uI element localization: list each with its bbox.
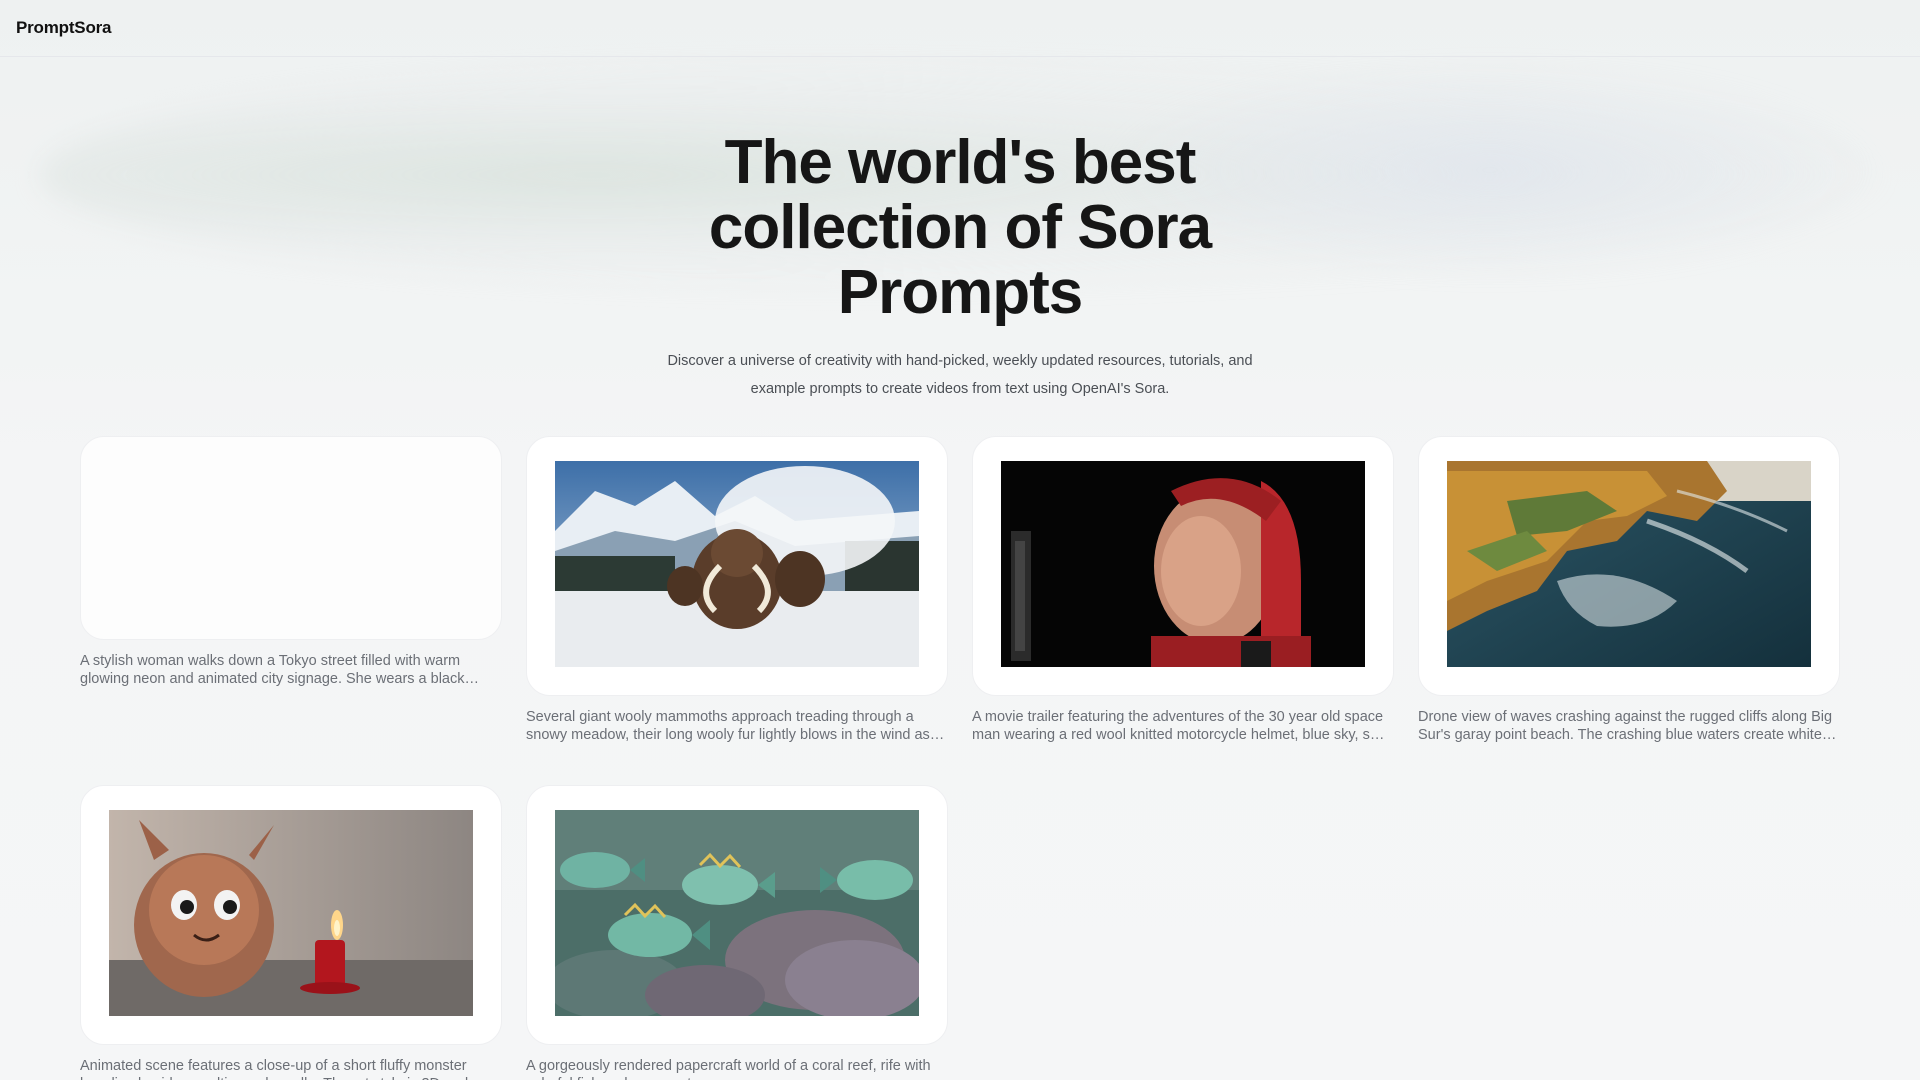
prompt-caption: A movie trailer featuring the adventures… [972,709,1386,743]
prompt-card-frame[interactable] [1418,436,1840,696]
prompt-card[interactable]: A stylish woman walks down a Tokyo stree… [80,436,502,688]
coral-reef-image [555,810,919,1016]
prompt-card-frame[interactable] [80,785,502,1045]
prompt-caption: A stylish woman walks down a Tokyo stree… [80,653,465,687]
page-title: The world's best collection of Sora Prom… [708,128,1212,327]
prompt-caption: Drone view of waves crashing against the… [1418,709,1833,743]
logo[interactable]: PromptSora [16,18,111,38]
prompt-caption: Animated scene features a close-up of a … [80,1058,468,1080]
page-subtitle: Discover a universe of creativity with h… [667,353,1253,397]
prompt-card-frame[interactable] [80,436,502,640]
prompt-card[interactable]: Animated scene features a close-up of a … [80,785,502,1080]
prompt-card[interactable]: A movie trailer featuring the adventures… [972,436,1394,744]
prompt-caption: A gorgeously rendered papercraft world o… [526,1058,931,1080]
spaceman-image [1001,461,1365,667]
prompt-card-frame[interactable] [526,785,948,1045]
prompt-caption: Several giant wooly mammoths approach tr… [526,709,930,743]
mammoth-image [555,461,919,667]
prompt-card[interactable]: A gorgeously rendered papercraft world o… [526,785,948,1080]
navbar: PromptSora [0,0,1920,57]
prompt-card[interactable]: Several giant wooly mammoths approach tr… [526,436,948,744]
cliffs-image [1447,461,1811,667]
page: PromptSora The world's best collection o… [0,0,1920,1080]
prompt-card[interactable]: Drone view of waves crashing against the… [1418,436,1840,744]
prompt-card-frame[interactable] [526,436,948,696]
monster-image [109,810,473,1016]
prompt-card-frame[interactable] [972,436,1394,696]
